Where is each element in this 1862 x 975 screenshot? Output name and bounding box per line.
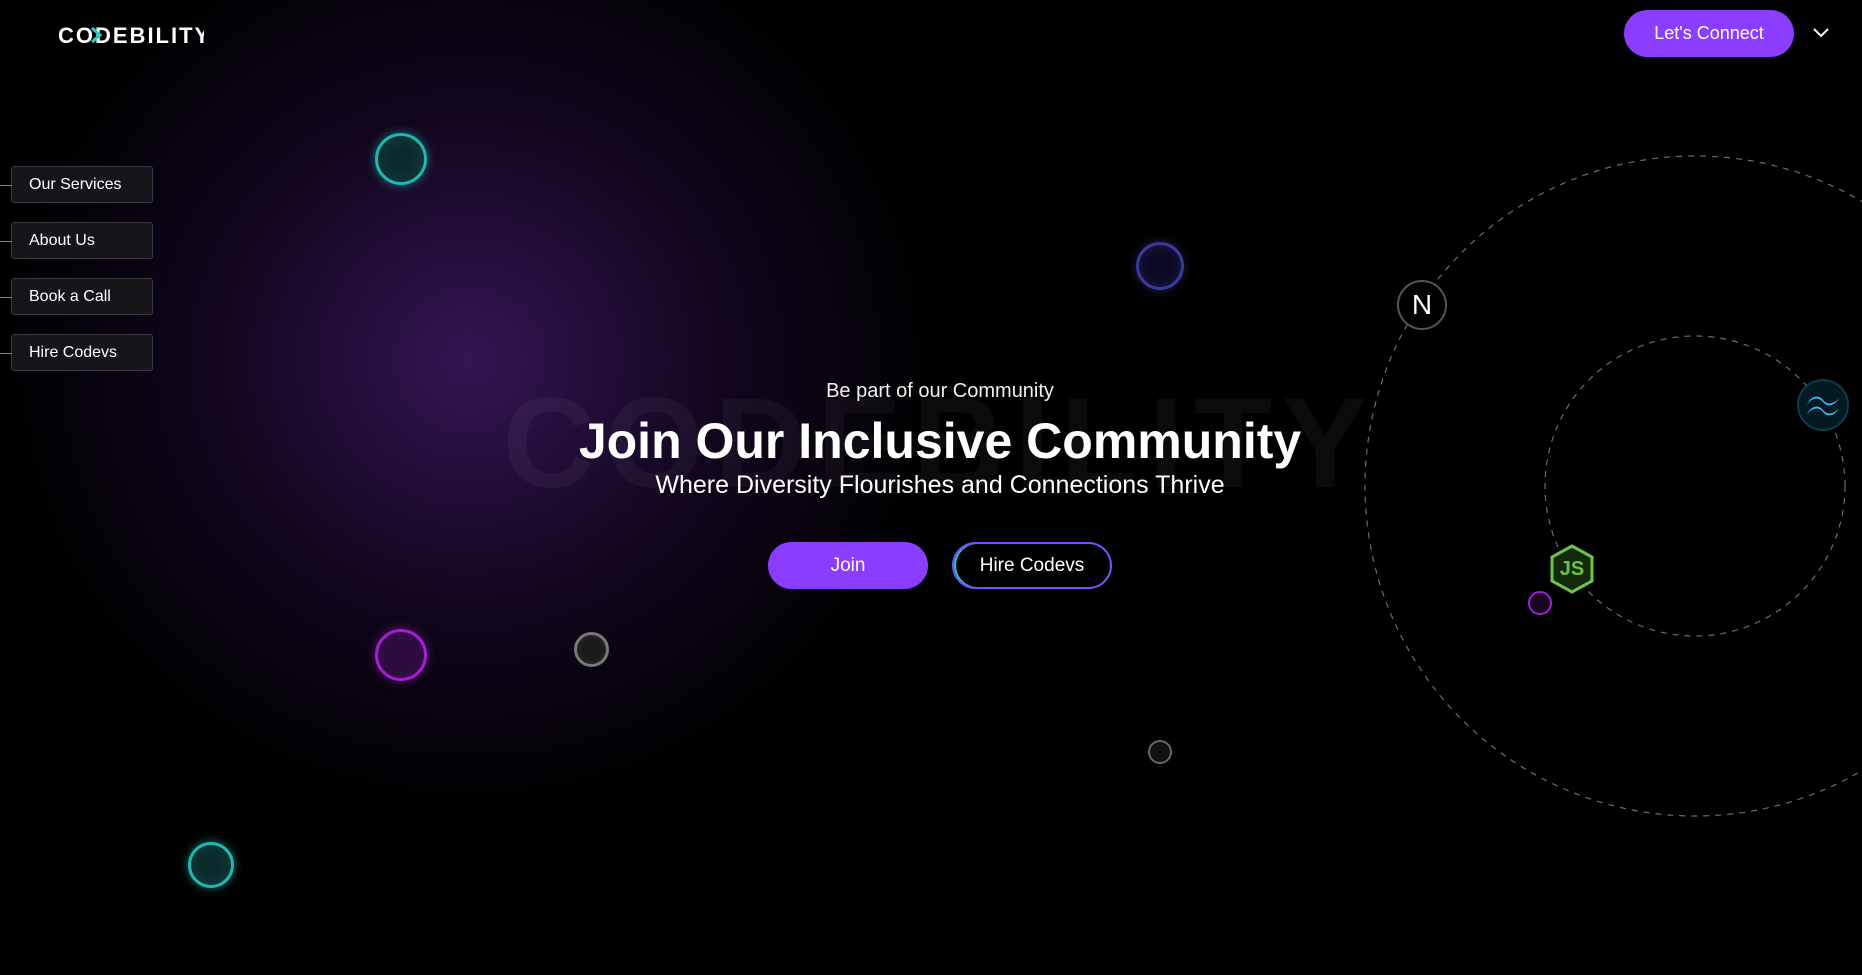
hero-title: Join Our Inclusive Community bbox=[578, 413, 1302, 469]
tailwind-glyph bbox=[1807, 396, 1839, 416]
nodejs-glyph: JS bbox=[1559, 557, 1585, 580]
hero-subtitle: Where Diversity Flourishes and Connectio… bbox=[655, 471, 1225, 499]
join-button[interactable]: Join bbox=[768, 542, 928, 589]
hero-eyebrow: Be part of our Community bbox=[826, 380, 1054, 402]
hero-buttons: Join Hire Codevs bbox=[400, 542, 1480, 589]
tailwind-icon bbox=[1797, 379, 1849, 431]
page: CODEBILITY Let's Connect Our Services Ab… bbox=[0, 0, 1862, 975]
nextjs-glyph: N bbox=[1411, 289, 1433, 320]
hero-section: CODEBILITY Be part of our Community Join… bbox=[400, 360, 1480, 589]
hire-codevs-button[interactable]: Hire Codevs bbox=[952, 542, 1112, 589]
nextjs-icon: N bbox=[1397, 280, 1447, 330]
nodejs-icon: JS bbox=[1546, 543, 1598, 595]
